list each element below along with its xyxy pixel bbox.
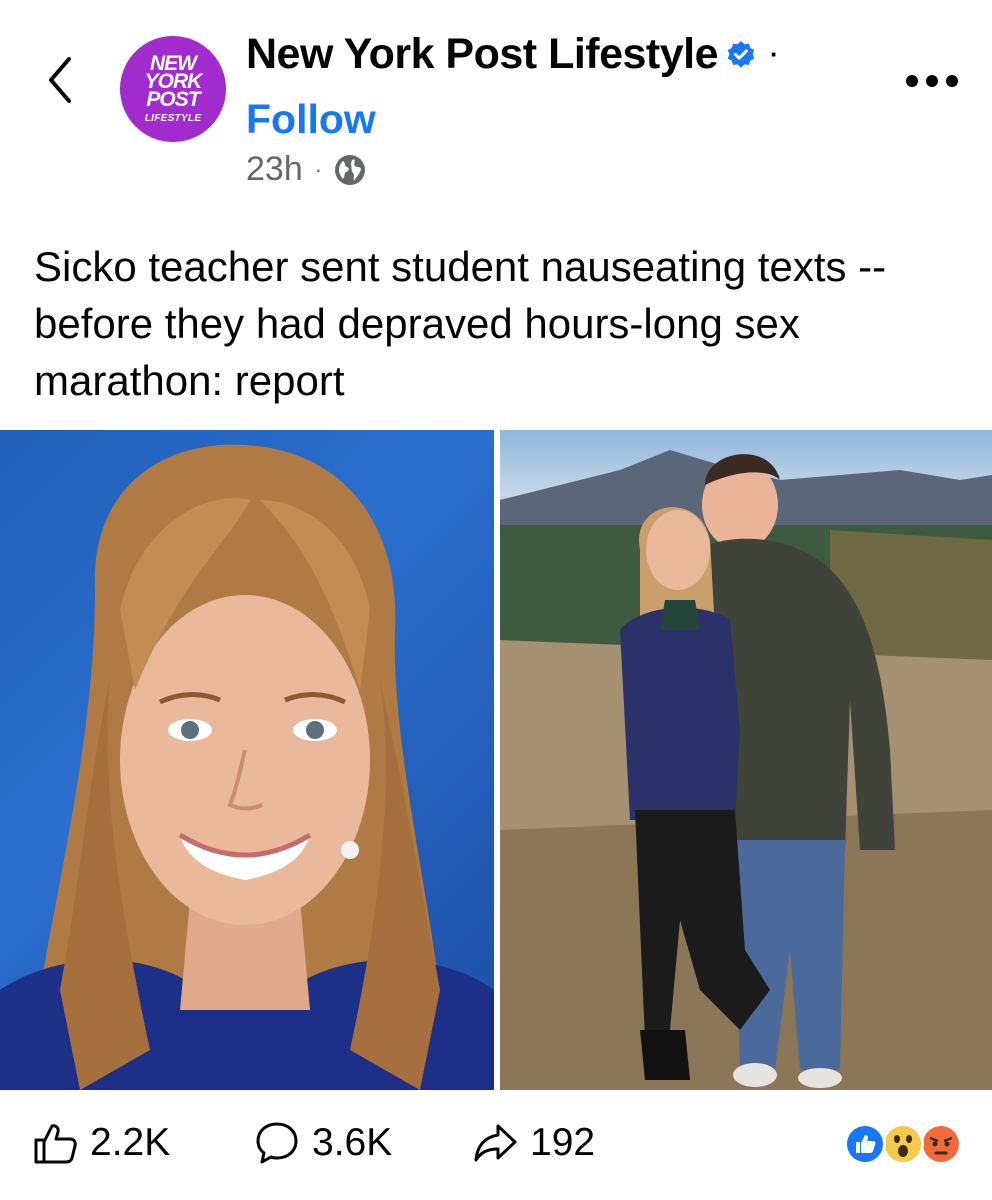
post-footer: 2.2K 3.6K 192 [0,1095,992,1200]
comment-stat[interactable]: 3.6K [254,1121,392,1165]
share-icon [474,1124,517,1162]
name-separator: · [770,39,779,69]
angry-reaction-icon [920,1123,962,1165]
globe-icon [335,154,366,185]
page-name[interactable]: New York Post Lifestyle [246,30,719,79]
follow-button[interactable]: Follow [246,96,376,143]
back-button[interactable] [38,52,82,108]
post-header: NEW YORK POST LIFESTYLE New York Post Life… [0,0,992,215]
avatar-logo-text: NEW YORK POST [144,51,203,111]
meta-separator: · [314,156,323,182]
share-count: 192 [530,1121,596,1164]
more-options-button[interactable] [906,66,958,96]
page-name-row: New York Post Lifestyle · [246,30,779,79]
wow-reaction-icon [882,1123,924,1165]
couple-photo-art [500,450,992,1090]
more-options-icon [906,75,918,87]
like-icon [34,1124,77,1164]
like-reaction-icon [844,1123,886,1165]
like-stat[interactable]: 2.2K [32,1121,170,1165]
comment-icon [256,1122,298,1164]
back-chevron-icon [49,57,71,103]
avatar-logo-subtext: LIFESTYLE [144,112,202,124]
page-avatar[interactable]: NEW YORK POST LIFESTYLE [120,36,226,142]
post-time[interactable]: 23h [246,150,303,189]
portrait-photo-art [0,444,494,1090]
verified-badge-icon [727,40,755,68]
reaction-summary[interactable] [844,1123,964,1167]
like-count: 2.2K [90,1121,171,1164]
post-photos[interactable] [0,430,992,1090]
share-stat[interactable]: 192 [472,1121,595,1165]
comment-count: 3.6K [312,1121,393,1164]
post-text: Sicko teacher sent student nauseating te… [34,243,887,404]
post-meta: 23h · [246,150,366,189]
portrait-photo[interactable] [0,430,494,1090]
couple-photo[interactable] [500,430,992,1090]
